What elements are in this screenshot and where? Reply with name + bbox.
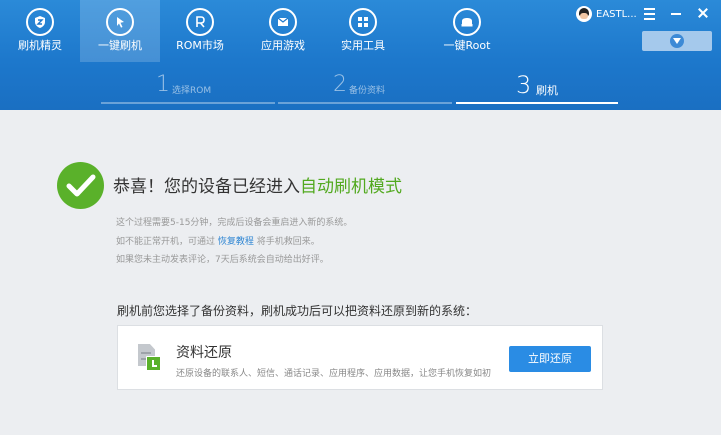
step-number: 2 xyxy=(333,72,347,97)
app-header: 刷机精灵 一键刷机 ROM市场 应用游戏 实用工具 一键Root EASTL..… xyxy=(0,0,721,110)
desc-review: 如果您未主动发表评论，7天后系统会自动给出好评。 xyxy=(116,255,329,265)
grid-icon xyxy=(349,8,377,36)
restore-card-title: 资料还原 xyxy=(176,345,232,361)
avatar xyxy=(576,6,592,22)
shield-icon xyxy=(26,8,54,36)
step-bar xyxy=(278,102,452,104)
user-account[interactable]: EASTL... xyxy=(576,5,637,23)
nav-item-flash-wizard[interactable]: 刷机精灵 xyxy=(0,0,80,62)
restore-now-button[interactable]: 立即还原 xyxy=(509,346,591,372)
minimize-icon[interactable] xyxy=(667,4,685,22)
cursor-icon xyxy=(106,8,134,36)
nav-item-rom-market[interactable]: ROM市场 xyxy=(160,0,240,62)
step-bar xyxy=(456,102,618,104)
desc-recovery-prefix: 如不能正常开机，可通过 xyxy=(116,237,216,247)
restore-card: 资料还原 还原设备的联系人、短信、通话记录、应用程序、应用数据，让您手机恢复如初… xyxy=(117,325,603,390)
title-prefix: 恭喜！您的设备已经进入 xyxy=(113,177,300,197)
nav-label: 刷机精灵 xyxy=(18,39,62,52)
main-content: 恭喜！您的设备已经进入自动刷机模式 这个过程需要5-15分钟，完成后设备会重启进… xyxy=(0,110,721,435)
root-icon xyxy=(453,8,481,36)
step-number: 3 xyxy=(516,71,532,99)
restore-card-desc: 还原设备的联系人、短信、通话记录、应用程序、应用数据，让您手机恢复如初 xyxy=(176,369,492,379)
menu-icon[interactable] xyxy=(640,4,658,22)
restore-doc-icon xyxy=(138,344,161,372)
desc-duration: 这个过程需要5-15分钟，完成后设备会重启进入新的系统。 xyxy=(116,218,353,228)
step-flash: 3 刷机 xyxy=(456,68,618,108)
main-nav: 刷机精灵 一键刷机 ROM市场 应用游戏 实用工具 一键Root xyxy=(0,0,560,62)
rom-icon xyxy=(186,8,214,36)
download-icon xyxy=(670,34,684,48)
nav-item-tools[interactable]: 实用工具 xyxy=(323,0,403,62)
check-icon xyxy=(57,162,104,209)
step-label: 刷机 xyxy=(536,84,558,97)
backup-subtitle: 刷机前您选择了备份资料，刷机成功后可以把资料还原到新的系统： xyxy=(117,304,478,318)
step-backup: 2 备份资料 xyxy=(278,68,452,108)
nav-label: ROM市场 xyxy=(176,39,224,52)
user-name: EASTL... xyxy=(596,8,637,20)
nav-label: 实用工具 xyxy=(341,39,385,52)
step-label: 选择ROM xyxy=(172,86,212,96)
download-button[interactable] xyxy=(642,31,712,51)
nav-label: 应用游戏 xyxy=(261,39,305,52)
step-bar xyxy=(101,102,275,104)
nav-item-one-click-flash[interactable]: 一键刷机 xyxy=(80,0,160,62)
step-number: 1 xyxy=(156,72,170,97)
page-title: 恭喜！您的设备已经进入自动刷机模式 xyxy=(113,172,402,197)
recovery-tutorial-link[interactable]: 恢复教程 xyxy=(218,237,254,247)
desc-recovery-suffix: 将手机救回来。 xyxy=(256,237,320,247)
message-icon xyxy=(269,8,297,36)
nav-label: 一键刷机 xyxy=(98,39,142,52)
close-icon[interactable] xyxy=(694,4,712,22)
nav-label: 一键Root xyxy=(443,39,491,52)
desc-recovery: 如不能正常开机，可通过 恢复教程 将手机救回来。 xyxy=(116,234,320,247)
step-label: 备份资料 xyxy=(349,86,386,96)
nav-item-one-click-root[interactable]: 一键Root xyxy=(427,0,507,62)
nav-item-apps-games[interactable]: 应用游戏 xyxy=(243,0,323,62)
title-highlight: 自动刷机模式 xyxy=(300,177,402,197)
step-indicator: 1 选择ROM 2 备份资料 3 刷机 xyxy=(0,68,721,110)
step-select-rom: 1 选择ROM xyxy=(101,68,275,108)
